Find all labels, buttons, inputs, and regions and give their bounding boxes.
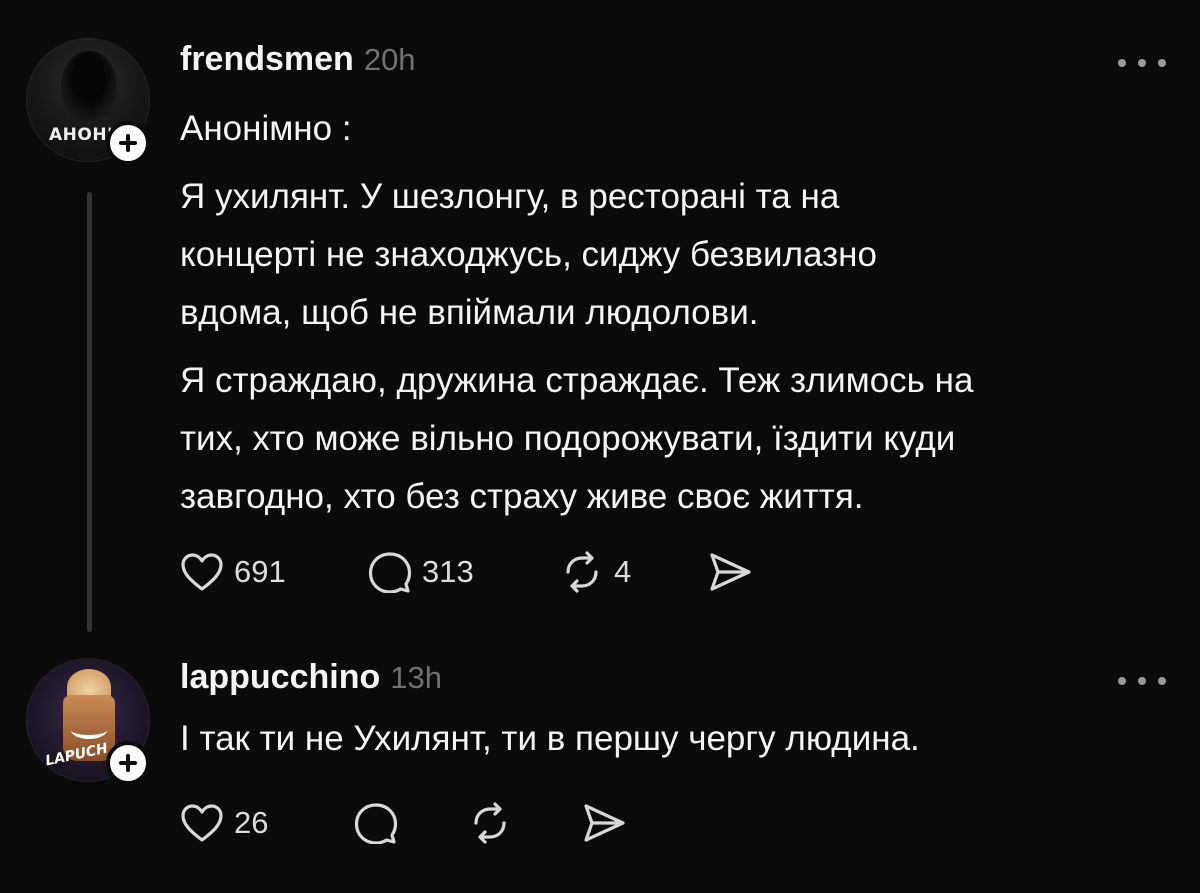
post-text: Анонімно : Я ухилянт. У шезлонгу, в рест… (180, 100, 1180, 526)
heart-icon (181, 553, 223, 591)
thread-connector-line (87, 192, 92, 632)
follow-button[interactable] (106, 121, 150, 165)
grin-image (71, 721, 107, 739)
share-icon (584, 804, 625, 842)
repost-icon (566, 551, 598, 593)
share-button[interactable] (708, 551, 752, 593)
reply-post: LAPUCH lappucchino 13h І так ти не Ухиля… (0, 640, 1200, 893)
reply-button[interactable] (354, 802, 468, 844)
more-icon (1118, 59, 1126, 67)
username[interactable]: frendsmen (180, 40, 354, 79)
timestamp: 13h (390, 660, 442, 695)
heart-icon (181, 804, 223, 842)
like-button[interactable]: 26 (180, 803, 354, 843)
post-header: lappucchino 13h (180, 658, 442, 697)
post-text: І так ти не Ухилянт, ти в першу чергу лю… (180, 710, 1180, 768)
reply-count: 313 (422, 554, 474, 589)
post-paragraph: І так ти не Ухилянт, ти в першу чергу лю… (180, 719, 920, 758)
post-paragraph: Я страждаю, дружина страждає. Теж злимос… (180, 361, 974, 516)
post-actions: 691 313 4 (180, 548, 752, 596)
avatar-container: АНОН' (26, 38, 150, 165)
post-actions: 26 (180, 799, 626, 847)
post-header: frendsmen 20h (180, 40, 416, 79)
username[interactable]: lappucchino (180, 658, 380, 697)
comment-icon (354, 803, 398, 844)
thread-post: АНОН' frendsmen 20h Анонімно : Я ухилянт… (0, 0, 1200, 640)
more-options-button[interactable] (1118, 48, 1166, 78)
avatar-container: LAPUCH (26, 658, 150, 785)
repost-icon (474, 802, 506, 844)
reply-button[interactable]: 313 (368, 551, 560, 593)
follow-button[interactable] (106, 741, 150, 785)
share-icon (710, 553, 751, 591)
repost-button[interactable] (468, 801, 582, 845)
post-paragraph: Я ухилянт. У шезлонгу, в ресторані та на… (180, 177, 877, 332)
repost-button[interactable]: 4 (560, 550, 708, 594)
more-options-button[interactable] (1118, 666, 1166, 696)
like-count: 691 (234, 554, 286, 589)
like-button[interactable]: 691 (180, 552, 368, 592)
timestamp: 20h (363, 42, 416, 77)
share-button[interactable] (582, 802, 626, 844)
post-paragraph: Анонімно : (180, 109, 352, 148)
like-count: 26 (234, 805, 269, 840)
comment-icon (368, 552, 412, 593)
more-icon (1118, 677, 1126, 685)
avatar-label: АНОН' (49, 125, 113, 145)
hooded-figure-image (61, 51, 117, 121)
repost-count: 4 (614, 554, 632, 589)
